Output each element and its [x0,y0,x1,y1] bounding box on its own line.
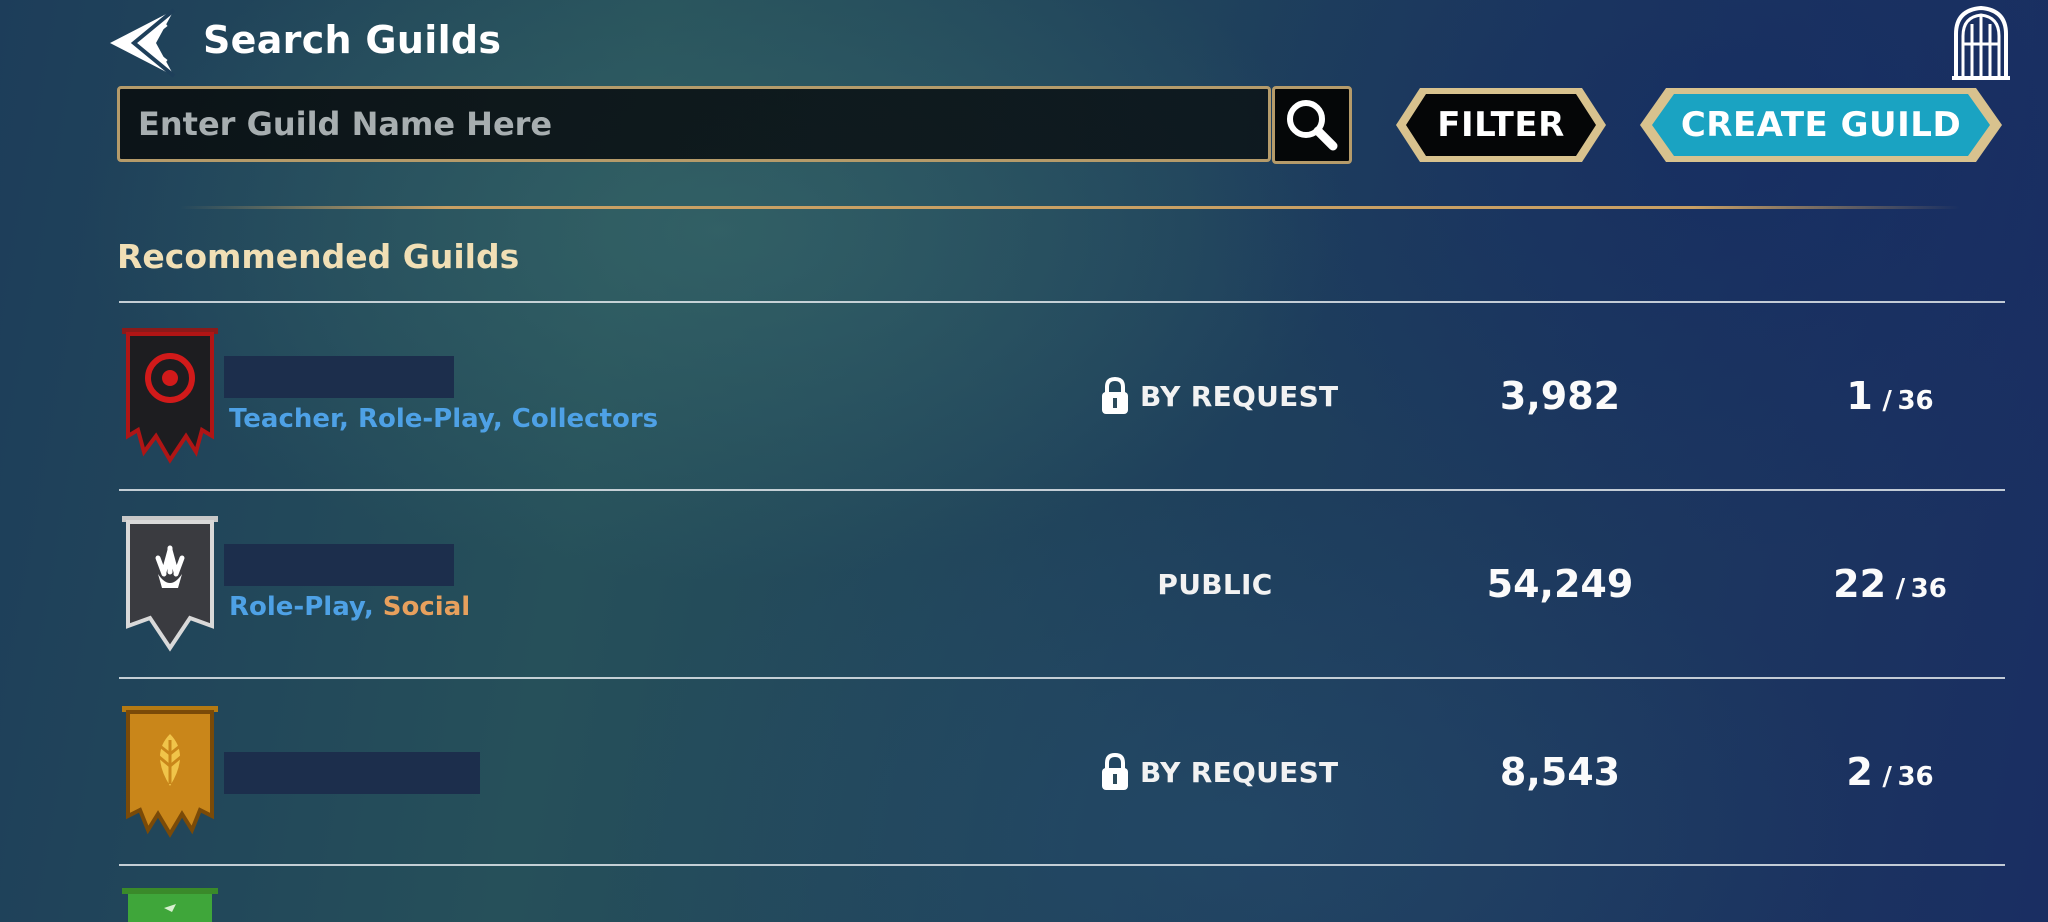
guild-name-redacted [224,544,454,586]
members-max: 36 [1910,574,1947,604]
guild-banner-gold-leaf-icon [122,706,218,838]
guild-banner-grey-hand-icon [122,516,218,652]
filter-label: FILTER [1437,105,1565,145]
members-separator: / [1882,762,1892,792]
guild-score: 54,249 [1486,562,1634,606]
guild-tags: Teacher, Role-Play, Collectors [229,402,658,436]
guild-row[interactable]: BY REQUEST 8,543 2 / 36 [0,686,2048,866]
members-max: 36 [1897,386,1934,416]
members-separator: / [1895,574,1906,604]
guild-banner-green-icon [122,888,218,922]
members-separator: / [1882,386,1892,416]
guild-members: 2 / 36 [1790,750,1990,794]
access-label: BY REQUEST [1140,379,1339,413]
guild-name-redacted [224,752,480,794]
members-max: 36 [1897,762,1934,792]
guild-tag: Role-Play, [229,592,383,622]
guild-access: PUBLIC [1095,562,1335,606]
guild-tag: Collectors [511,404,659,434]
guild-score: 3,982 [1499,374,1621,418]
search-button[interactable] [1272,86,1352,164]
guild-tag: Social [382,592,471,622]
access-label: PUBLIC [1157,567,1273,601]
section-title: Recommended Guilds [117,237,520,276]
page-title: Search Guilds [203,18,502,62]
members-current: 2 [1846,750,1873,794]
guild-access: BY REQUEST [1100,750,1340,794]
guild-row[interactable]: Teacher, Role-Play, Collectors BY REQUES… [0,310,2048,490]
back-button[interactable] [104,6,182,80]
row-divider [119,301,2005,303]
search-icon [1287,100,1338,151]
members-current: 22 [1833,562,1887,606]
search-input[interactable] [120,89,1270,159]
members-current: 1 [1846,374,1873,418]
guild-score: 8,543 [1499,750,1621,794]
guild-banner-red-eye-icon [122,328,218,464]
create-guild-label: CREATE GUILD [1680,105,1962,145]
guild-members: 1 / 36 [1790,374,1990,418]
guild-tag: Teacher, [229,404,358,434]
guild-name-redacted [224,356,454,398]
back-arrow-icon [110,8,176,78]
search-bar [117,86,1271,162]
guild-row[interactable]: Role-Play, Social PUBLIC 54,249 22 / 36 [0,498,2048,678]
guild-hall-door-icon[interactable] [1950,4,2012,80]
lock-icon [1102,376,1128,414]
lock-icon [1102,752,1128,790]
create-guild-button[interactable]: CREATE GUILD [1636,84,2006,166]
guild-tag: Role-Play, [357,404,512,434]
guild-members: 22 / 36 [1790,562,1990,606]
access-label: BY REQUEST [1140,755,1339,789]
filter-button[interactable]: FILTER [1392,84,1610,166]
header-divider [180,206,1960,209]
guild-tags: Role-Play, Social [229,590,470,624]
guild-access: BY REQUEST [1100,374,1340,418]
